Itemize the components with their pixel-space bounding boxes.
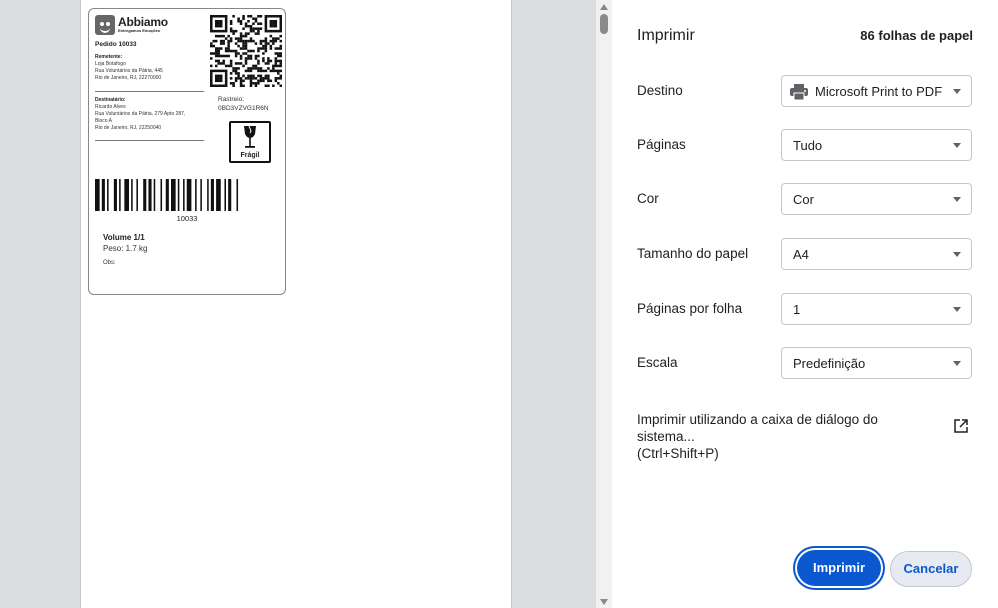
color-value: Cor	[793, 192, 814, 207]
print-button[interactable]: Imprimir	[797, 550, 881, 586]
recipient-line: Rua Voluntários da Pátria, 279 Apto 287,	[95, 111, 186, 117]
recipient-line: Bloco A	[95, 118, 112, 124]
print-preview-area: Abbiamo Entregamos Emoções Pedido 10033 …	[0, 0, 596, 608]
system-dialog-shortcut: (Ctrl+Shift+P)	[637, 446, 719, 461]
open-external-icon[interactable]	[954, 419, 968, 433]
destination-label: Destino	[637, 83, 683, 98]
shipping-label: Abbiamo Entregamos Emoções Pedido 10033 …	[88, 8, 286, 295]
system-dialog-link[interactable]: Imprimir utilizando a caixa de diálogo d…	[637, 411, 937, 462]
pages-label: Páginas	[637, 137, 686, 152]
pages-value: Tudo	[793, 138, 823, 153]
paper-size-value: A4	[793, 247, 809, 262]
barcode	[95, 179, 239, 211]
destination-value: Microsoft Print to PDF	[815, 84, 943, 99]
printer-icon	[790, 84, 808, 100]
dropdown-caret-icon	[953, 252, 961, 257]
paper-size-label: Tamanho do papel	[637, 246, 749, 261]
sender-heading: Remetente:	[95, 54, 123, 60]
dropdown-caret-icon	[953, 197, 961, 202]
cancel-button[interactable]: Cancelar	[890, 551, 972, 587]
obs-text: Obs:	[103, 260, 116, 266]
scroll-down-arrow-icon[interactable]	[600, 599, 608, 605]
tracking-label: Rastreio:	[218, 96, 245, 103]
system-dialog-text: Imprimir utilizando a caixa de diálogo d…	[637, 412, 878, 444]
preview-page: Abbiamo Entregamos Emoções Pedido 10033 …	[81, 0, 511, 608]
pages-per-sheet-select[interactable]: 1	[781, 293, 972, 325]
barcode-number: 10033	[176, 214, 198, 223]
order-number: Pedido 10033	[95, 41, 137, 48]
logo-face-icon	[95, 15, 115, 35]
recipient-heading: Destinatário:	[95, 97, 126, 103]
color-select[interactable]: Cor	[781, 183, 972, 215]
dropdown-caret-icon	[953, 307, 961, 312]
sender-line: Rio de Janeiro, RJ, 22270000	[95, 75, 162, 81]
print-settings-panel: Imprimir 86 folhas de papel Destino Micr…	[612, 0, 998, 608]
brand-name: Abbiamo	[118, 15, 168, 29]
sender-line: Loja Botafogo	[95, 61, 126, 67]
dropdown-caret-icon	[953, 143, 961, 148]
color-label: Cor	[637, 191, 659, 206]
volume-text: Volume 1/1	[103, 233, 145, 242]
dialog-title: Imprimir	[637, 27, 695, 44]
fragile-glass-icon	[244, 125, 256, 148]
recipient-line: Rio de Janeiro, RJ, 22250040	[95, 125, 162, 131]
qr-code	[210, 15, 282, 87]
pages-per-sheet-label: Páginas por folha	[637, 301, 743, 316]
pages-select[interactable]: Tudo	[781, 129, 972, 161]
divider	[95, 140, 204, 141]
recipient-line: Ricardo Alves	[95, 104, 126, 110]
dropdown-caret-icon	[953, 361, 961, 366]
paper-size-select[interactable]: A4	[781, 238, 972, 270]
scrollbar-thumb[interactable]	[600, 14, 608, 34]
dropdown-caret-icon	[953, 89, 961, 94]
scroll-up-arrow-icon[interactable]	[600, 4, 608, 10]
destination-select[interactable]: Microsoft Print to PDF	[781, 75, 972, 107]
scale-select[interactable]: Predefinição	[781, 347, 972, 379]
sheet-count: 86 folhas de papel	[860, 28, 973, 43]
preview-scrollbar[interactable]	[596, 0, 612, 608]
weight-text: Peso: 1.7 kg	[103, 244, 148, 253]
fragile-text: Frágil	[240, 152, 260, 159]
fragile-box: Frágil	[229, 121, 271, 163]
scale-label: Escala	[637, 355, 678, 370]
pages-per-sheet-value: 1	[793, 302, 801, 317]
scale-value: Predefinição	[793, 356, 866, 371]
divider	[95, 91, 204, 92]
brand-tagline: Entregamos Emoções	[118, 28, 161, 33]
tracking-code: 0BD3VZVG1R6N	[218, 105, 269, 112]
sender-line: Rua Voluntários da Pátria, 445	[95, 68, 163, 74]
